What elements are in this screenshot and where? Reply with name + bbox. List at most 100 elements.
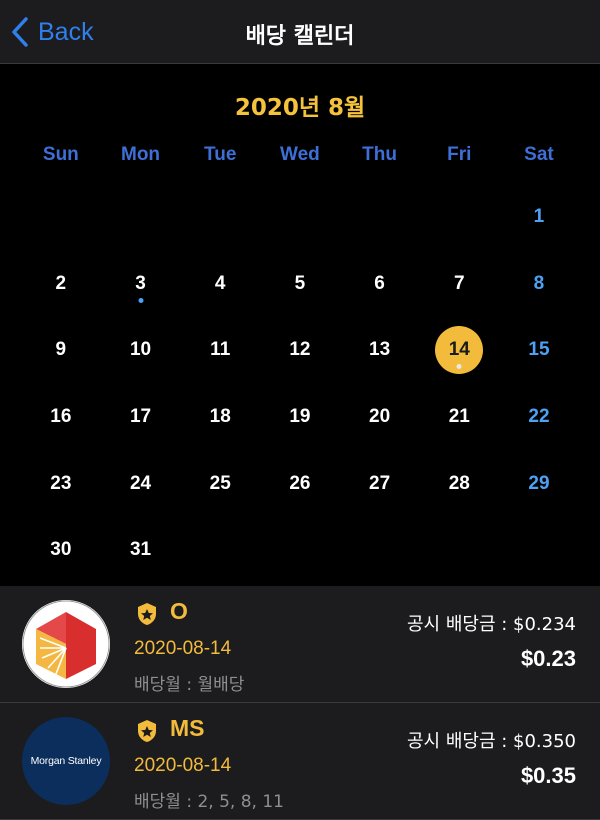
day-cell-13[interactable]: 13 <box>340 317 420 384</box>
day-cell-14[interactable]: 14 <box>419 317 499 384</box>
empty-day-cell <box>419 184 499 251</box>
navigation-bar: Back 배당 캘린더 <box>0 0 600 64</box>
day-cell-8[interactable]: 8 <box>499 251 579 318</box>
day-cell-24[interactable]: 24 <box>101 450 181 517</box>
calendar-week: 23 24 25 26 27 28 29 <box>21 450 579 517</box>
day-number: 7 <box>453 272 465 294</box>
dividend-row-o[interactable]: O 2020-08-14 배당월 : 월배당 공시 배당금 : $0.234 $… <box>0 586 600 703</box>
day-cell-20[interactable]: 20 <box>340 384 420 451</box>
day-cell-4[interactable]: 4 <box>180 251 260 318</box>
day-number: 27 <box>369 472 391 494</box>
day-cell-26[interactable]: 26 <box>260 450 340 517</box>
weekday-header: Sun Mon Tue Wed Thu Fri Sat <box>21 144 579 166</box>
calendar-week: 16 17 18 19 20 21 22 <box>21 384 579 451</box>
day-cell-22[interactable]: 22 <box>499 384 579 451</box>
dividend-row-ms[interactable]: Morgan Stanley MS 2020-08-14 배당월 : 2, 5,… <box>0 703 600 820</box>
empty-day-cell <box>180 184 260 251</box>
dividend-date: 2020-08-14 <box>134 638 232 659</box>
day-cell-30[interactable]: 30 <box>21 517 101 584</box>
empty-day-cell <box>260 517 340 584</box>
day-cell-21[interactable]: 21 <box>419 384 499 451</box>
day-cell-5[interactable]: 5 <box>260 251 340 318</box>
calendar-grid: 1 2 3 4 5 6 7 8 9 10 11 12 13 14 15 16 17 18 19 20 21 22 23 24 2… <box>21 184 579 584</box>
calendar-week: 30 31 <box>21 517 579 584</box>
day-cell-17[interactable]: 17 <box>101 384 181 451</box>
day-number: 16 <box>50 406 72 428</box>
empty-day-cell <box>180 517 260 584</box>
day-number: 25 <box>209 472 231 494</box>
dividend-months: 배당월 : 2, 5, 8, 11 <box>134 792 284 812</box>
day-number: 20 <box>369 406 391 428</box>
day-number: 12 <box>289 339 311 361</box>
day-cell-11[interactable]: 11 <box>180 317 260 384</box>
day-cell-3[interactable]: 3 <box>101 251 181 318</box>
dividend-event-dot <box>456 364 462 370</box>
day-number: 5 <box>294 272 306 294</box>
empty-day-cell <box>419 517 499 584</box>
day-cell-1[interactable]: 1 <box>499 184 579 251</box>
day-number: 19 <box>289 406 311 428</box>
announced-dividend: 공시 배당금 : $0.234 <box>406 614 576 635</box>
weekday-label: Fri <box>447 144 472 165</box>
empty-day-cell <box>21 184 101 251</box>
day-number: 23 <box>50 472 72 494</box>
day-number: 8 <box>533 272 545 294</box>
day-cell-6[interactable]: 6 <box>340 251 420 318</box>
day-number: 3 <box>135 272 146 294</box>
day-number: 17 <box>129 406 152 428</box>
dividend-amount: $0.23 <box>520 646 576 671</box>
day-cell-28[interactable]: 28 <box>419 450 499 517</box>
morgan-stanley-logo: Morgan Stanley <box>22 717 110 805</box>
day-number: 10 <box>129 339 152 361</box>
day-cell-27[interactable]: 27 <box>340 450 420 517</box>
realty-income-logo <box>22 600 110 688</box>
day-cell-19[interactable]: 19 <box>260 384 340 451</box>
day-number: 13 <box>369 339 391 361</box>
day-cell-16[interactable]: 16 <box>21 384 101 451</box>
day-number: 21 <box>448 406 470 428</box>
day-number: 1 <box>533 206 545 228</box>
dividend-list: O 2020-08-14 배당월 : 월배당 공시 배당금 : $0.234 $… <box>0 586 600 820</box>
page-title: 배당 캘린더 <box>245 24 355 49</box>
day-cell-10[interactable]: 10 <box>101 317 181 384</box>
day-number: 14 <box>448 339 470 361</box>
day-number: 29 <box>528 472 550 494</box>
weekday-label: Tue <box>204 144 237 165</box>
empty-day-cell <box>340 184 420 251</box>
weekday-label: Mon <box>121 144 161 165</box>
day-number: 22 <box>528 406 550 428</box>
day-cell-15[interactable]: 15 <box>499 317 579 384</box>
day-cell-23[interactable]: 23 <box>21 450 101 517</box>
day-cell-9[interactable]: 9 <box>21 317 101 384</box>
weekday-label: Sun <box>42 144 79 165</box>
police-badge-icon <box>138 720 156 742</box>
police-badge-icon <box>138 603 156 625</box>
day-cell-12[interactable]: 12 <box>260 317 340 384</box>
day-cell-18[interactable]: 18 <box>180 384 260 451</box>
calendar: 2020년 8월 Sun Mon Tue Wed Thu Fri Sat 123456789… <box>0 64 600 586</box>
day-number: 9 <box>55 339 67 361</box>
day-cell-29[interactable]: 29 <box>499 450 579 517</box>
day-number: 15 <box>528 339 550 361</box>
day-number: 24 <box>129 472 152 494</box>
calendar-week: 1 <box>21 184 579 251</box>
dividend-months: 배당월 : 월배당 <box>134 675 245 695</box>
day-number: 6 <box>374 272 385 294</box>
calendar-week: 9 10 11 12 13 14 15 <box>21 317 579 384</box>
ticker: MS <box>170 715 205 741</box>
logo-text: Morgan Stanley <box>30 755 102 767</box>
day-number: 31 <box>129 539 152 561</box>
day-cell-2[interactable]: 2 <box>21 251 101 318</box>
weekday-label: Sat <box>524 144 554 165</box>
day-number: 4 <box>214 272 226 294</box>
day-cell-25[interactable]: 25 <box>180 450 260 517</box>
day-cell-7[interactable]: 7 <box>419 251 499 318</box>
day-number: 18 <box>209 406 231 428</box>
weekday-label: Wed <box>280 144 320 165</box>
day-number: 28 <box>448 472 470 494</box>
dividend-date: 2020-08-14 <box>134 755 232 776</box>
calendar-week: 2 3 4 5 6 7 8 <box>21 251 579 318</box>
day-number: 30 <box>50 539 72 561</box>
day-cell-31[interactable]: 31 <box>101 517 181 584</box>
day-number: 11 <box>210 339 231 361</box>
